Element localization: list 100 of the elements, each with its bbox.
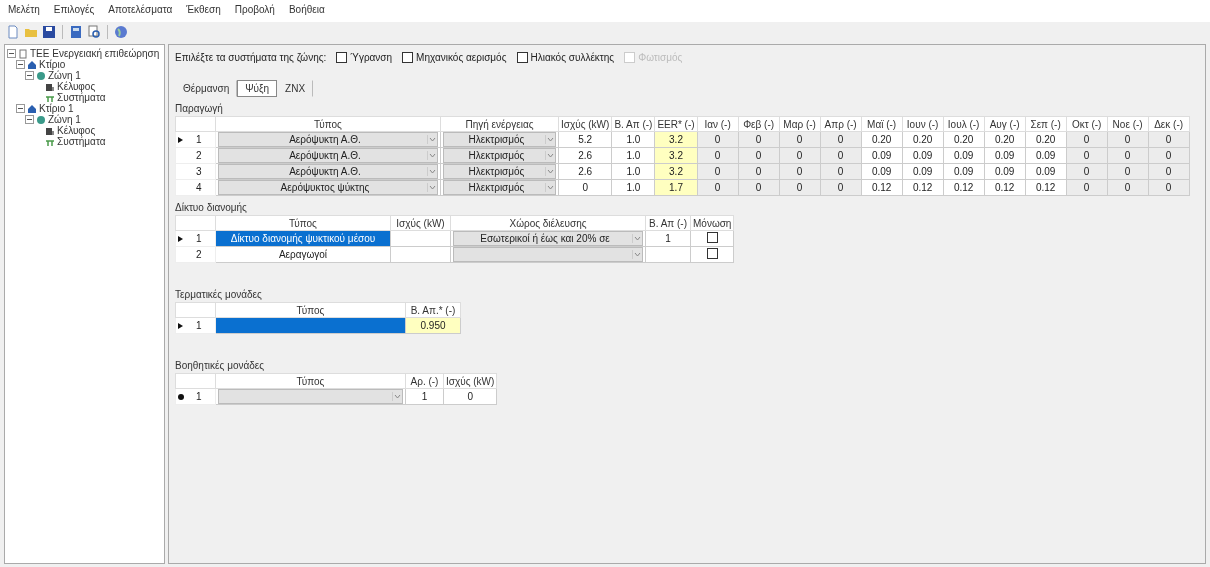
table-row[interactable]: 1 Αερόψυκτη Α.Θ. Ηλεκτρισμός 5.2 1.0 3.2 0 0 0 0 0.20 0.20 0.20 0.20 0.20 0 0 0: [175, 131, 1190, 148]
tree-item[interactable]: Ζώνη 1: [48, 70, 81, 81]
checkbox-label[interactable]: Ηλιακός συλλέκτης: [530, 51, 615, 63]
checkbox[interactable]: [516, 51, 528, 63]
table-cell: 0.09: [861, 163, 903, 180]
section-title: Βοηθητικές μονάδες: [175, 360, 266, 371]
collapse-toggle[interactable]: [7, 49, 16, 58]
caret-icon[interactable]: [545, 183, 555, 192]
dropdown[interactable]: [453, 247, 643, 262]
table-cell: 0.12: [943, 179, 985, 196]
collapse-toggle[interactable]: [25, 71, 34, 80]
row-number: 1: [196, 391, 202, 402]
wall-icon: [45, 81, 55, 92]
collapse-toggle[interactable]: [16, 60, 25, 69]
caret-icon[interactable]: [427, 151, 437, 160]
tree-item[interactable]: ΤΕΕ Ενεργειακή επιθεώρηση: [30, 48, 160, 59]
tree-item[interactable]: Συστήματα: [57, 136, 106, 147]
tree-item[interactable]: Κέλυφος: [57, 125, 96, 136]
zone-icon: [36, 70, 46, 81]
column-header: Μαϊ (-): [861, 116, 903, 132]
dropdown[interactable]: [218, 389, 403, 404]
tab[interactable]: Ψύξη: [237, 80, 278, 97]
column-header: Δεκ (-): [1148, 116, 1190, 132]
table-cell: 0: [558, 179, 612, 196]
menu-item[interactable]: Βοήθεια: [288, 4, 325, 18]
menu-item[interactable]: Μελέτη: [8, 4, 40, 18]
table-cell: 0.12: [902, 179, 944, 196]
dropdown[interactable]: Ηλεκτρισμός: [443, 180, 556, 195]
table-cell: 0.09: [943, 147, 985, 164]
table-cell: 1.0: [611, 163, 655, 180]
table-row[interactable]: 1 Δίκτυο διανομής ψυκτικού μέσου Εσωτερικοί ή έως και 20% σε 1: [175, 230, 734, 247]
table-cell: 0.09: [984, 147, 1026, 164]
tree-item[interactable]: Συστήματα: [57, 92, 106, 103]
checkbox[interactable]: [706, 248, 718, 259]
menu-item[interactable]: Αποτελέσματα: [108, 4, 173, 18]
menu-item[interactable]: Προβολή: [234, 4, 275, 18]
globe-icon[interactable]: [114, 25, 128, 39]
table-cell: 0.12: [1025, 179, 1067, 196]
checkbox[interactable]: [336, 51, 348, 63]
checkbox[interactable]: [706, 232, 718, 243]
new-file-icon[interactable]: [6, 25, 20, 39]
checkbox-label[interactable]: Μηχανικός αερισμός: [416, 51, 507, 63]
dropdown[interactable]: Αερόψυκτη Α.Θ.: [218, 148, 438, 163]
table-cell: 1: [645, 230, 691, 247]
dropdown[interactable]: Ηλεκτρισμός: [443, 148, 556, 163]
tab[interactable]: ΖΝΧ: [277, 80, 314, 97]
calculator-icon[interactable]: [69, 25, 83, 39]
zone-icon: [36, 114, 46, 125]
dropdown[interactable]: Ηλεκτρισμός: [443, 164, 556, 179]
caret-icon[interactable]: [545, 167, 555, 176]
tree-item[interactable]: Κέλυφος: [57, 81, 96, 92]
table-row[interactable]: 4 Αερόψυκτος ψύκτης Ηλεκτρισμός 0 1.0 1.7 0 0 0 0 0.12 0.12 0.12 0.12 0.12 0 0 0: [175, 179, 1190, 196]
checkbox-label[interactable]: Ύγρανση: [350, 51, 393, 63]
caret-icon[interactable]: [632, 234, 642, 243]
column-header: Οκτ (-): [1066, 116, 1108, 132]
collapse-toggle[interactable]: [16, 104, 25, 113]
table-row[interactable]: 2 Αεραγωγοί: [175, 246, 734, 263]
tree-item[interactable]: Ζώνη 1: [48, 114, 81, 125]
document-icon: [18, 48, 28, 59]
caret-icon[interactable]: [545, 151, 555, 160]
dropdown[interactable]: Αερόψυκτος ψύκτης: [218, 180, 438, 195]
caret-icon[interactable]: [427, 167, 437, 176]
table-cell: 1.0: [611, 131, 655, 148]
table-cell: 0.20: [984, 131, 1026, 148]
caret-icon[interactable]: [632, 250, 642, 259]
caret-icon[interactable]: [392, 392, 402, 401]
table-cell: 1.0: [611, 147, 655, 164]
print-preview-icon[interactable]: [87, 25, 101, 39]
column-header: Αρ. (-): [405, 373, 444, 389]
column-header: Νοε (-): [1107, 116, 1149, 132]
menu-item[interactable]: Επιλογές: [53, 4, 95, 18]
column-header: Τύπος: [215, 302, 406, 318]
prompt-label: Επιλέξτε τα συστήματα της ζώνης:: [175, 51, 327, 63]
row-number: 1: [196, 134, 202, 145]
save-icon[interactable]: [42, 25, 56, 39]
table-cell: 1: [405, 388, 444, 405]
caret-icon[interactable]: [427, 183, 437, 192]
column-header: Μόνωση: [690, 215, 734, 231]
table-row[interactable]: 1 0.950: [175, 317, 461, 334]
table-cell: 5.2: [558, 131, 612, 148]
dropdown[interactable]: Ηλεκτρισμός: [443, 132, 556, 147]
table-cell: 2.6: [558, 163, 612, 180]
table-row[interactable]: 2 Αερόψυκτη Α.Θ. Ηλεκτρισμός 2.6 1.0 3.2 0 0 0 0 0.09 0.09 0.09 0.09 0.09 0 0 0: [175, 147, 1190, 164]
menu-item[interactable]: Έκθεση: [186, 4, 221, 18]
tree-item[interactable]: Κτίριο 1: [39, 103, 74, 114]
checkbox[interactable]: [402, 51, 414, 63]
row-number: 3: [196, 166, 202, 177]
dropdown[interactable]: Εσωτερικοί ή έως και 20% σε: [453, 231, 643, 246]
dropdown[interactable]: Αερόψυκτη Α.Θ.: [218, 164, 438, 179]
table-cell: 0.09: [902, 163, 944, 180]
column-header: Ισχύς (kW): [558, 116, 612, 132]
column-header: Πηγή ενέργειας: [440, 116, 559, 132]
collapse-toggle[interactable]: [25, 115, 34, 124]
caret-icon[interactable]: [545, 135, 555, 144]
row-number: 4: [196, 182, 202, 193]
dropdown[interactable]: Αερόψυκτη Α.Θ.: [218, 132, 438, 147]
caret-icon[interactable]: [427, 135, 437, 144]
tree-item[interactable]: Κτίριο: [39, 59, 66, 70]
table-cell: 0.20: [943, 131, 985, 148]
table-row[interactable]: 3 Αερόψυκτη Α.Θ. Ηλεκτρισμός 2.6 1.0 3.2 0 0 0 0 0.09 0.09 0.09 0.09 0.09 0 0 0: [175, 163, 1190, 180]
